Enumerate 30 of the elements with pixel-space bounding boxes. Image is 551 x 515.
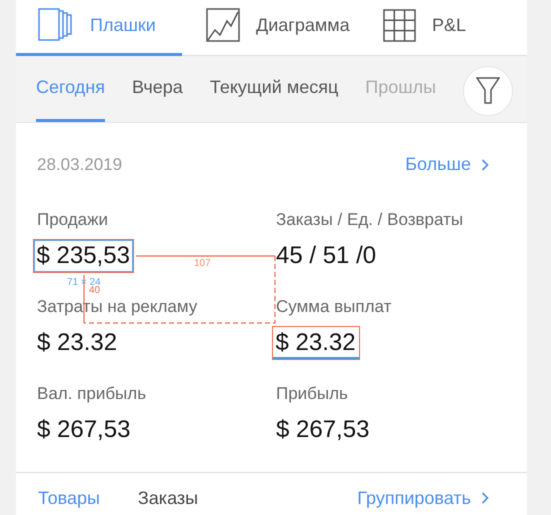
- chevron-icon: [481, 158, 489, 170]
- metric-label: Прибыль: [276, 384, 348, 404]
- filter-icon: [476, 77, 500, 105]
- period-tab[interactable]: Вчера: [132, 56, 183, 122]
- dimension-label: 40: [89, 285, 100, 297]
- grid-icon: [382, 8, 416, 42]
- metric-label: Продажи: [37, 210, 108, 230]
- filter-button[interactable]: [463, 66, 513, 116]
- view-tab[interactable]: P&L: [360, 0, 528, 56]
- metric-value: $ 267,53: [276, 416, 370, 444]
- line-chart-icon: [206, 8, 240, 42]
- period-tab[interactable]: Прошлы: [365, 56, 436, 122]
- dimension-label: 107: [194, 258, 211, 270]
- metric-value: 45 / 51 /0: [276, 242, 376, 270]
- metric-label: Вал. прибыль: [37, 384, 146, 404]
- cards-icon: [38, 8, 74, 42]
- list-tab[interactable]: Товары: [38, 488, 100, 508]
- metric-value: $ 23.32: [37, 329, 118, 357]
- date-label: 28.03.2019: [37, 154, 122, 174]
- list-tab[interactable]: Заказы: [138, 488, 198, 508]
- metric-value: $ 23.32: [272, 326, 360, 360]
- metric-label: Заказы / Ед. / Возвраты: [276, 210, 464, 230]
- metric-label: Сумма выплат: [276, 297, 392, 317]
- metric-value: $ 235,53: [32, 238, 134, 272]
- group-link[interactable]: Группировать: [357, 488, 489, 508]
- more-link[interactable]: Больше: [405, 154, 489, 175]
- period-tab[interactable]: Текущий месяц: [210, 56, 338, 122]
- view-tab[interactable]: Диаграмма: [182, 0, 361, 56]
- metric-value: $ 267,53: [37, 416, 130, 444]
- chevron-icon: [481, 492, 489, 504]
